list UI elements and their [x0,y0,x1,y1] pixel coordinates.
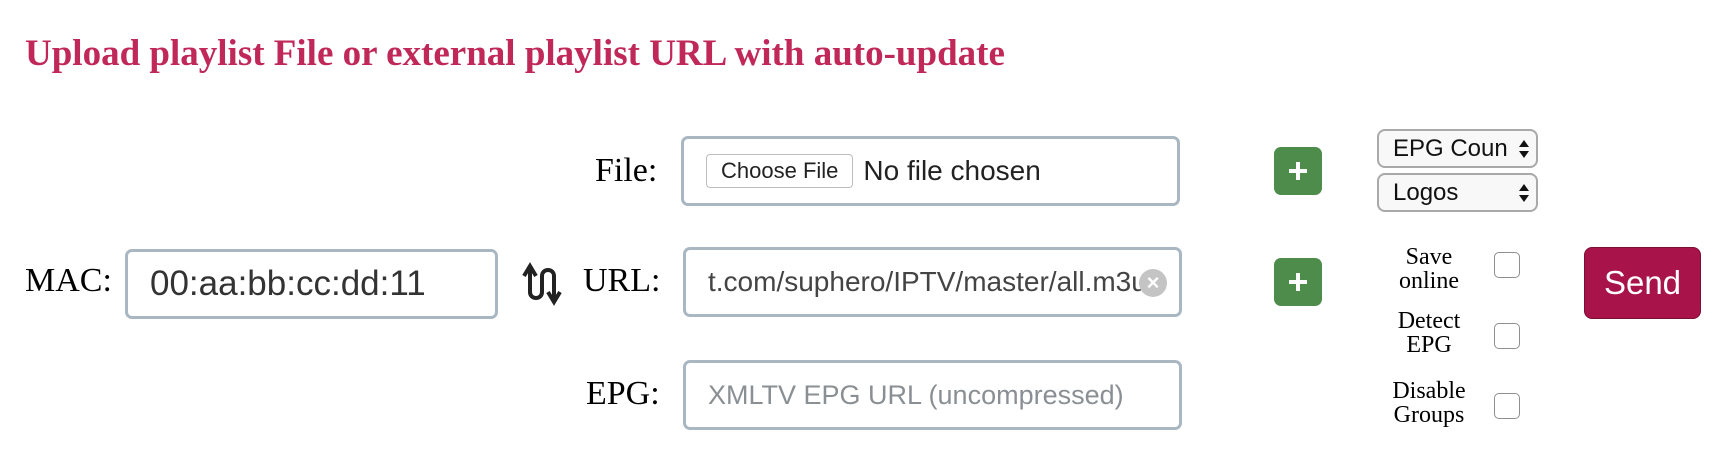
url-label: URL: [583,262,661,299]
plus-icon [1289,162,1307,180]
mac-input[interactable]: 00:aa:bb:cc:dd:11 [125,249,498,319]
page-title: Upload playlist File or external playlis… [25,33,1005,74]
file-status: No file chosen [863,155,1041,186]
epg-input[interactable]: XMLTV EPG URL (uncompressed) [683,360,1182,430]
epg-placeholder: XMLTV EPG URL (uncompressed) [708,379,1124,410]
logos-select-value: Logos [1393,178,1459,206]
detect-epg-label: Detect EPG [1397,308,1461,358]
epg-country-select[interactable]: EPG Coun [1377,129,1538,168]
url-input[interactable]: t.com/suphero/IPTV/master/all.m3u × [683,247,1182,317]
url-value: t.com/suphero/IPTV/master/all.m3u [708,266,1147,297]
plus-icon [1289,273,1307,291]
save-online-checkbox[interactable] [1494,252,1520,278]
add-url-button[interactable] [1274,258,1322,306]
mac-value: 00:aa:bb:cc:dd:11 [150,264,426,303]
logos-select[interactable]: Logos [1377,173,1538,212]
epg-country-select-value: EPG Coun [1393,134,1508,162]
disable-groups-label: Disable Groups [1392,378,1466,428]
select-arrows-icon [1519,140,1529,158]
disable-groups-checkbox[interactable] [1494,393,1520,419]
detect-epg-checkbox[interactable] [1494,323,1520,349]
send-button[interactable]: Send [1584,247,1701,319]
mac-label: MAC: [25,262,112,299]
file-label: File: [595,152,658,189]
swap-icon[interactable] [522,262,566,306]
save-online-label: Save online [1399,244,1459,294]
epg-label: EPG: [586,375,660,412]
clear-icon[interactable]: × [1139,269,1167,297]
choose-file-button[interactable]: Choose File [706,154,854,188]
select-arrows-icon [1519,184,1529,202]
file-input[interactable]: Choose File No file chosen [681,136,1180,206]
add-file-button[interactable] [1274,147,1322,195]
